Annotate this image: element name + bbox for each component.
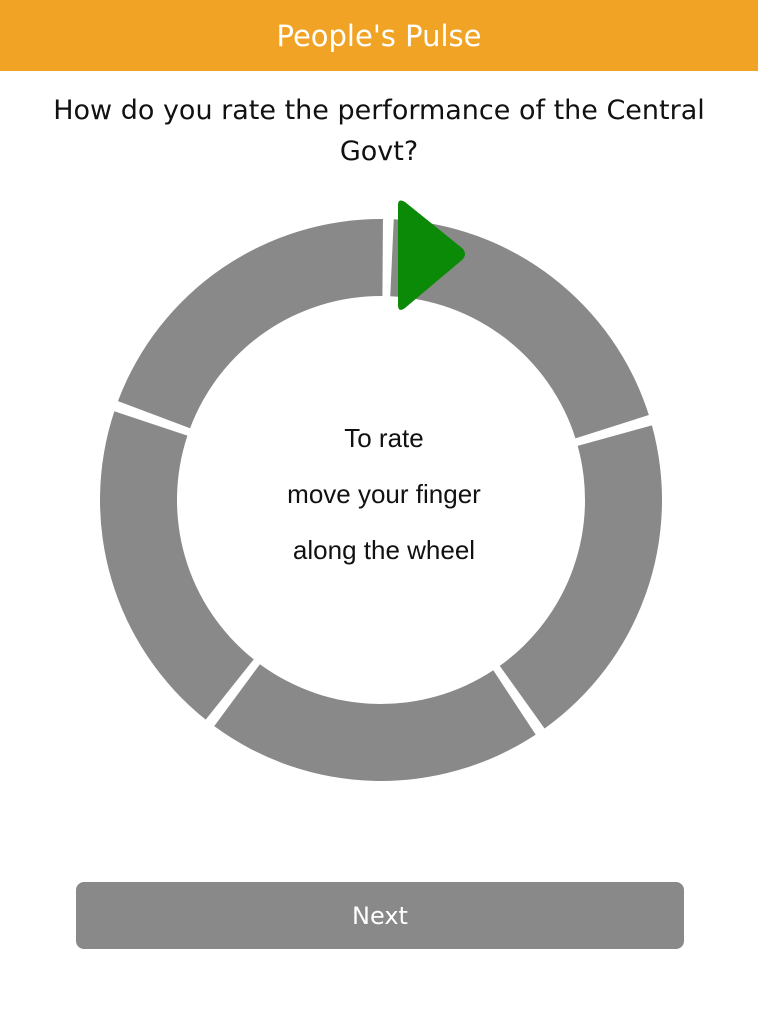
hint-line: along the wheel (292, 535, 476, 565)
wheel-hint: To rate move your finger along the wheel (229, 410, 539, 578)
hint-line: move your finger (287, 479, 481, 509)
wheel-segment-5[interactable] (117, 219, 383, 429)
hint-line: To rate (344, 423, 424, 453)
next-button[interactable]: Next (76, 882, 684, 949)
wheel-segment-3[interactable] (214, 664, 536, 781)
